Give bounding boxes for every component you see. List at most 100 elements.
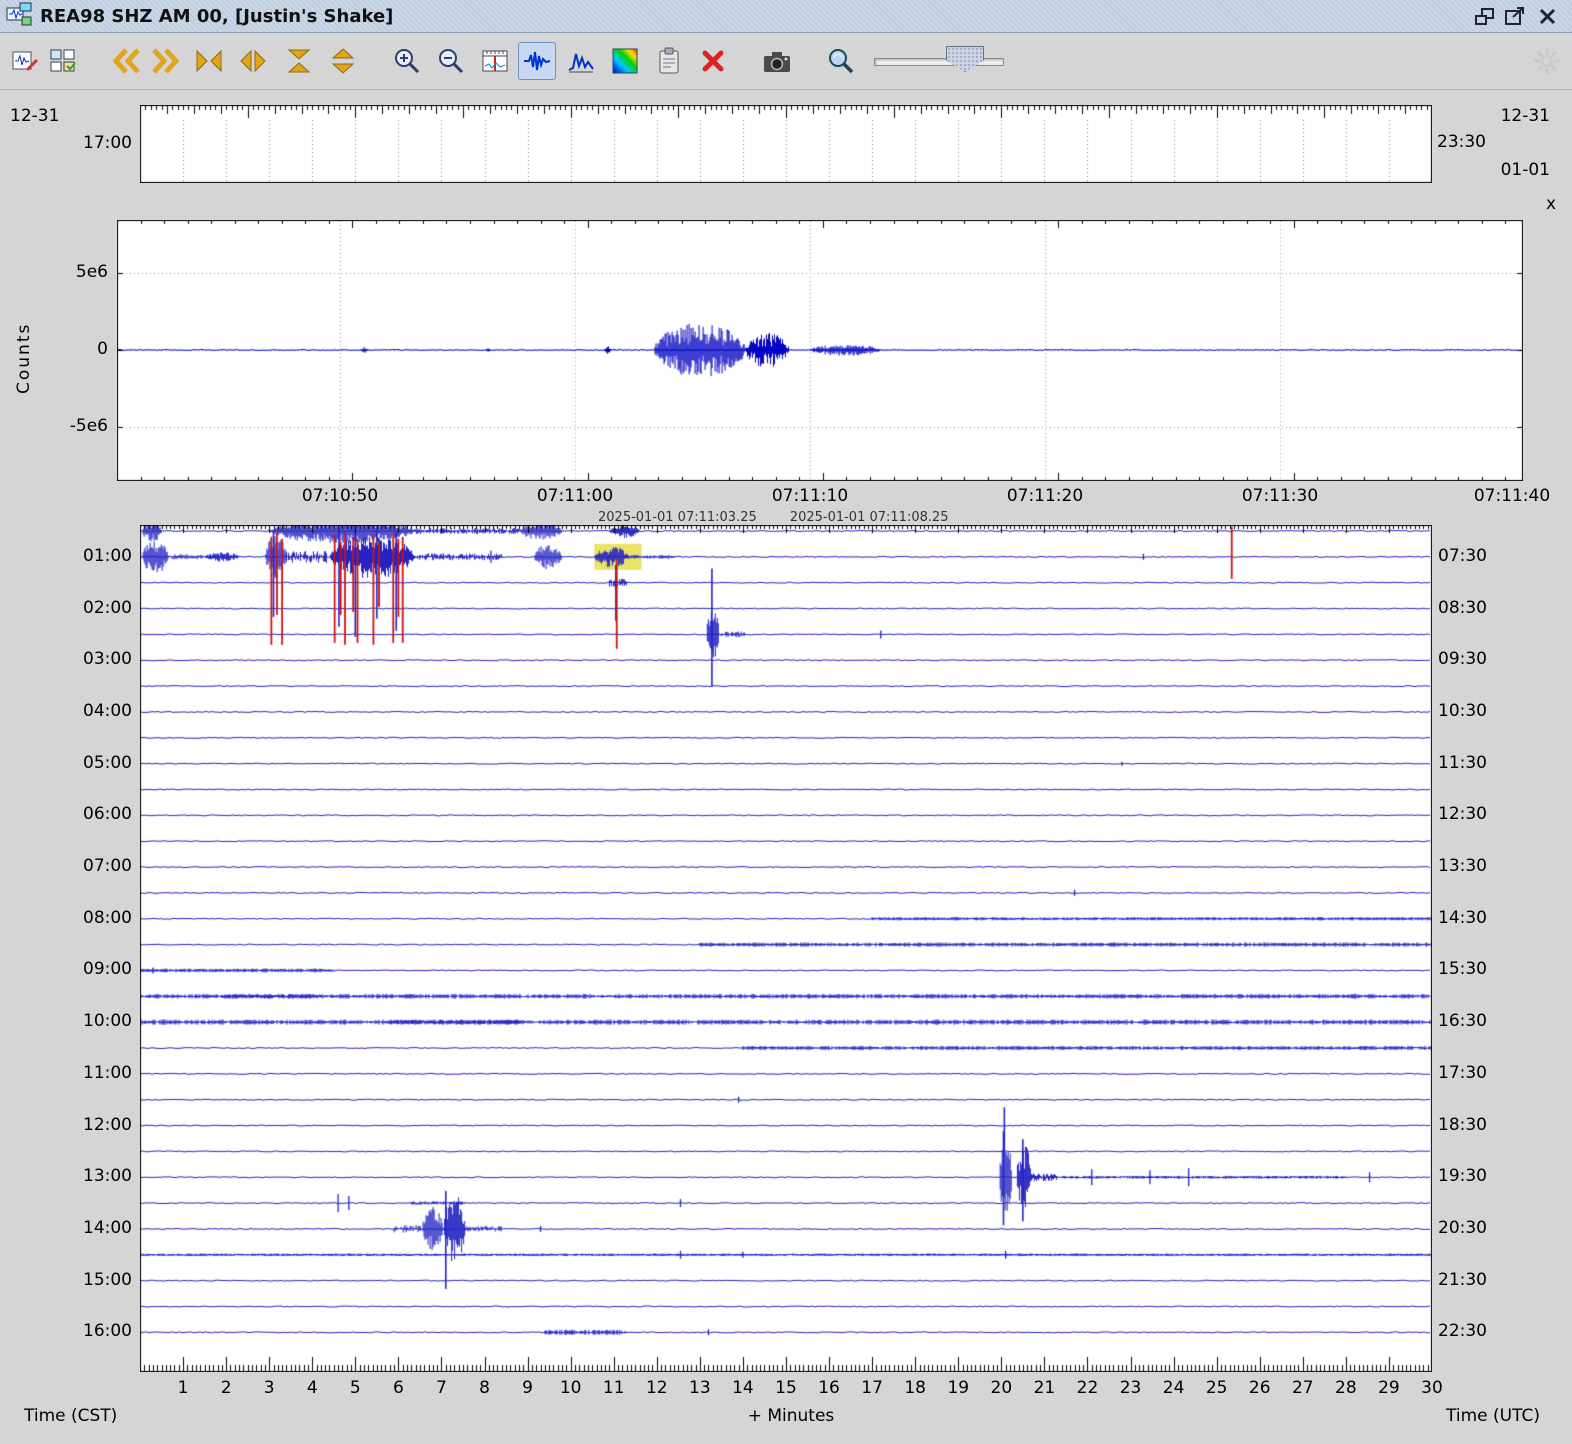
scroll-forward-icon xyxy=(152,48,180,74)
heli-minute-label: 13 xyxy=(689,1378,711,1398)
compress-time-icon xyxy=(196,49,222,73)
heli-right-hour-label: 08:30 xyxy=(1438,597,1487,618)
zoom-ytick-label: 0 xyxy=(97,339,108,359)
heli-left-hour-label: 12:00 xyxy=(83,1114,132,1135)
heli-right-hour-label: 12:30 xyxy=(1438,804,1487,825)
duration-slider-track[interactable] xyxy=(874,58,1004,66)
heli-left-hour-label: 05:00 xyxy=(83,752,132,773)
expand-time-button[interactable] xyxy=(234,42,272,80)
maximize-button[interactable] xyxy=(1502,4,1528,29)
remove-view-button[interactable] xyxy=(694,42,732,80)
heli-minute-label: 4 xyxy=(306,1378,318,1398)
zoom-xtick-label: 07:11:00 xyxy=(536,486,614,506)
heli-right-hour-label: 09:30 xyxy=(1438,649,1487,670)
undock-button[interactable] xyxy=(1472,4,1498,29)
zoom-xtick-label: 07:11:30 xyxy=(1241,486,1319,506)
heli-right-hour-label: 10:30 xyxy=(1438,700,1487,721)
heli-left-hour-label: 16:00 xyxy=(83,1321,132,1342)
spectra-view-button[interactable] xyxy=(562,42,600,80)
heli-minute-label: 28 xyxy=(1335,1378,1357,1398)
zoom-xtick-label: 07:11:20 xyxy=(1006,486,1084,506)
heli-minute-label: 5 xyxy=(349,1378,361,1398)
heli-minute-label: 26 xyxy=(1248,1378,1271,1398)
heli-left-hour-label: 13:00 xyxy=(83,1166,132,1187)
heli-minute-label: 1 xyxy=(177,1378,189,1398)
heli-minute-label: 21 xyxy=(1033,1378,1056,1398)
heli-minute-label: 22 xyxy=(1076,1378,1099,1398)
heli-left-hour-label: 03:00 xyxy=(83,649,132,670)
zoom-xtick-label: 07:11:40 xyxy=(1473,486,1551,506)
heli-minute-label: 18 xyxy=(904,1378,926,1398)
heli-minute-label: 19 xyxy=(947,1378,970,1398)
heli-left-hour-label: 04:00 xyxy=(83,700,132,721)
heli-minute-label: 17 xyxy=(861,1378,883,1398)
save-layout-button[interactable] xyxy=(44,42,82,80)
heli-left-hour-label: 10:00 xyxy=(83,1011,132,1032)
heli-minute-label: 27 xyxy=(1291,1378,1314,1398)
duration-slider-thumb[interactable] xyxy=(946,46,984,72)
heli-right-hour-label: 22:30 xyxy=(1438,1321,1487,1342)
heli-minute-label: 6 xyxy=(392,1378,404,1398)
overview-left-time: 17:00 xyxy=(83,133,132,153)
zoom-ytick-label: -5e6 xyxy=(69,416,108,436)
heli-minute-label: 8 xyxy=(479,1378,490,1398)
heli-left-hour-label: 14:00 xyxy=(83,1217,132,1238)
maximize-icon xyxy=(1505,6,1524,25)
scroll-forward-button[interactable] xyxy=(146,42,184,80)
heli-left-hour-label: 07:00 xyxy=(83,856,132,877)
zoom-in-button[interactable] xyxy=(388,42,426,80)
selection-status-text: 2025-01-01 07:11:03.25 2025-01-01 07:11:… xyxy=(598,510,949,524)
zoom-out-button[interactable] xyxy=(432,42,470,80)
open-file-button[interactable] xyxy=(6,42,44,80)
heli-left-hour-label: 09:00 xyxy=(83,959,132,980)
close-button[interactable] xyxy=(1534,4,1560,29)
save-layout-icon xyxy=(50,49,76,72)
title-bar[interactable]: REA98 SHZ AM 00, [Justin's Shake] xyxy=(0,0,1572,33)
heli-left-hour-label: 02:00 xyxy=(83,597,132,618)
time-settings-button[interactable] xyxy=(476,42,514,80)
waveform-view-button[interactable] xyxy=(518,42,556,80)
heli-minute-label: 7 xyxy=(436,1378,447,1398)
overview-left-date: 12-31 xyxy=(10,106,60,126)
heli-minute-label: 2 xyxy=(220,1378,232,1398)
heli-xaxis-title: + Minutes xyxy=(747,1406,835,1426)
heli-minute-label: 11 xyxy=(602,1378,625,1398)
overview-right-time: 23:30 xyxy=(1437,132,1486,152)
heli-minute-label: 10 xyxy=(559,1378,582,1398)
zoom-in-icon xyxy=(395,49,420,74)
heli-minute-label: 16 xyxy=(818,1378,840,1398)
heli-right-hour-label: 07:30 xyxy=(1438,545,1487,566)
overview-right-date2: 01-01 xyxy=(1500,160,1550,180)
heli-right-hour-label: 17:30 xyxy=(1438,1062,1487,1083)
helicorder-plot[interactable] xyxy=(140,525,1432,1372)
overview-right-date: 12-31 xyxy=(1500,106,1550,126)
heli-left-hour-label: 15:00 xyxy=(83,1269,132,1290)
waveform-view-icon xyxy=(524,51,551,71)
scroll-back-button[interactable] xyxy=(108,42,146,80)
remove-view-icon xyxy=(702,50,724,72)
zoom-xtick-label: 07:10:50 xyxy=(301,486,379,506)
heli-left-hour-label: 11:00 xyxy=(83,1062,132,1083)
clipboard-button[interactable] xyxy=(650,42,688,80)
heli-right-hour-label: 15:30 xyxy=(1438,959,1487,980)
heli-left-hour-label: 06:00 xyxy=(83,804,132,825)
heli-minute-label: 15 xyxy=(775,1378,797,1398)
clipboard-icon xyxy=(659,47,679,74)
undock-icon xyxy=(1475,7,1494,25)
spectrogram-view-button[interactable] xyxy=(606,42,644,80)
expand-amplitude-icon xyxy=(331,48,355,74)
heli-right-hour-label: 21:30 xyxy=(1438,1269,1487,1290)
heli-minute-label: 3 xyxy=(263,1378,275,1398)
expand-amplitude-button[interactable] xyxy=(324,42,362,80)
spectrogram-view-icon xyxy=(612,48,638,74)
close-zoom-button[interactable]: x xyxy=(1546,194,1556,214)
search-button[interactable] xyxy=(822,42,860,80)
compress-time-button[interactable] xyxy=(190,42,228,80)
heli-right-hour-label: 14:30 xyxy=(1438,907,1487,928)
heli-left-axis-title: Time (CST) xyxy=(24,1406,118,1426)
zoom-xtick-label: 07:11:10 xyxy=(771,486,849,506)
capture-image-button[interactable] xyxy=(758,42,796,80)
zoom-waveform-plot[interactable] xyxy=(117,220,1523,481)
compress-amplitude-button[interactable] xyxy=(280,42,318,80)
overview-timeline[interactable] xyxy=(140,105,1432,183)
